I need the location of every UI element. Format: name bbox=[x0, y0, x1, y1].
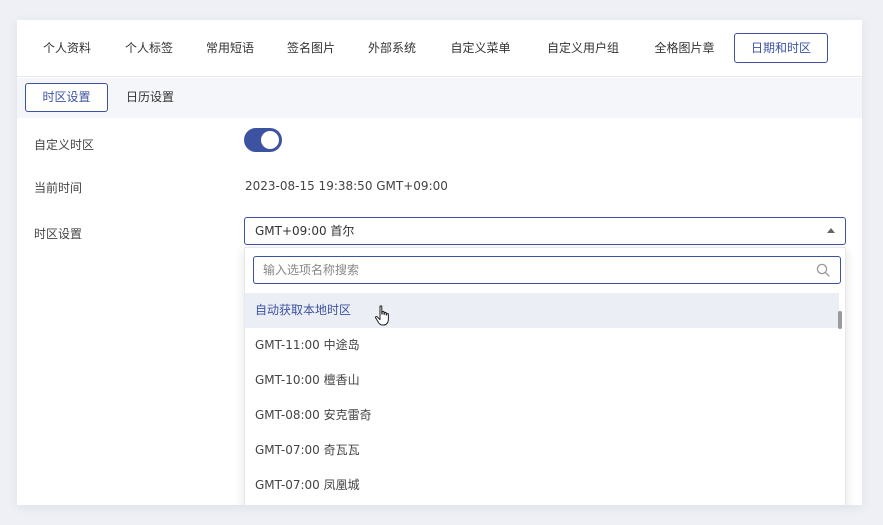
tab-profile[interactable]: 个人资料 bbox=[37, 33, 97, 63]
timezone-search-input[interactable] bbox=[263, 257, 803, 283]
tab-full-image-seal[interactable]: 全格图片章 bbox=[647, 33, 722, 63]
dropdown-scrollbar[interactable] bbox=[837, 293, 843, 503]
option-gmt-minus-08[interactable]: GMT-08:00 安克雷奇 bbox=[245, 398, 839, 433]
tab-signature-images[interactable]: 签名图片 bbox=[281, 33, 341, 63]
tab-custom-menu[interactable]: 自定义菜单 bbox=[443, 33, 518, 63]
timezone-dropdown: 自动获取本地时区 GMT-11:00 中途岛 GMT-10:00 檀香山 GMT… bbox=[244, 247, 846, 505]
timezone-option-list: 自动获取本地时区 GMT-11:00 中途岛 GMT-10:00 檀香山 GMT… bbox=[245, 293, 839, 503]
custom-timezone-label: 自定义时区 bbox=[34, 138, 95, 152]
option-gmt-minus-07-phoenix[interactable]: GMT-07:00 凤凰城 bbox=[245, 468, 839, 503]
caret-up-icon bbox=[827, 228, 835, 233]
tab-personal-tags[interactable]: 个人标签 bbox=[119, 33, 179, 63]
toggle-knob bbox=[261, 131, 279, 149]
dropdown-search-box bbox=[253, 256, 841, 284]
custom-timezone-toggle[interactable] bbox=[244, 128, 282, 152]
option-gmt-minus-11[interactable]: GMT-11:00 中途岛 bbox=[245, 328, 839, 363]
timezone-select-value: GMT+09:00 首尔 bbox=[255, 224, 355, 238]
tab-date-timezone[interactable]: 日期和时区 bbox=[734, 33, 828, 63]
top-tab-bar: 个人资料 个人标签 常用短语 签名图片 外部系统 自定义菜单 自定义用户组 全格… bbox=[17, 20, 862, 77]
timezone-setting-label: 时区设置 bbox=[34, 227, 83, 241]
tab-external-systems[interactable]: 外部系统 bbox=[362, 33, 422, 63]
settings-panel: 个人资料 个人标签 常用短语 签名图片 外部系统 自定义菜单 自定义用户组 全格… bbox=[17, 20, 862, 505]
timezone-select[interactable]: GMT+09:00 首尔 bbox=[244, 217, 846, 245]
sub-tab-bar: 时区设置 日历设置 bbox=[17, 78, 862, 118]
option-gmt-minus-10[interactable]: GMT-10:00 檀香山 bbox=[245, 363, 839, 398]
option-auto-local-timezone[interactable]: 自动获取本地时区 bbox=[245, 293, 839, 328]
hand-pointer-icon bbox=[374, 305, 389, 326]
current-time-value: 2023-08-15 19:38:50 GMT+09:00 bbox=[245, 179, 448, 193]
search-icon bbox=[816, 263, 830, 277]
subtab-calendar-settings[interactable]: 日历设置 bbox=[115, 83, 185, 112]
scrollbar-thumb[interactable] bbox=[838, 311, 842, 329]
current-time-label: 当前时间 bbox=[34, 181, 83, 195]
tab-common-phrases[interactable]: 常用短语 bbox=[200, 33, 260, 63]
tab-custom-user-groups[interactable]: 自定义用户组 bbox=[538, 33, 628, 63]
subtab-timezone-settings[interactable]: 时区设置 bbox=[25, 83, 108, 112]
option-gmt-minus-07-chihuahua[interactable]: GMT-07:00 奇瓦瓦 bbox=[245, 433, 839, 468]
